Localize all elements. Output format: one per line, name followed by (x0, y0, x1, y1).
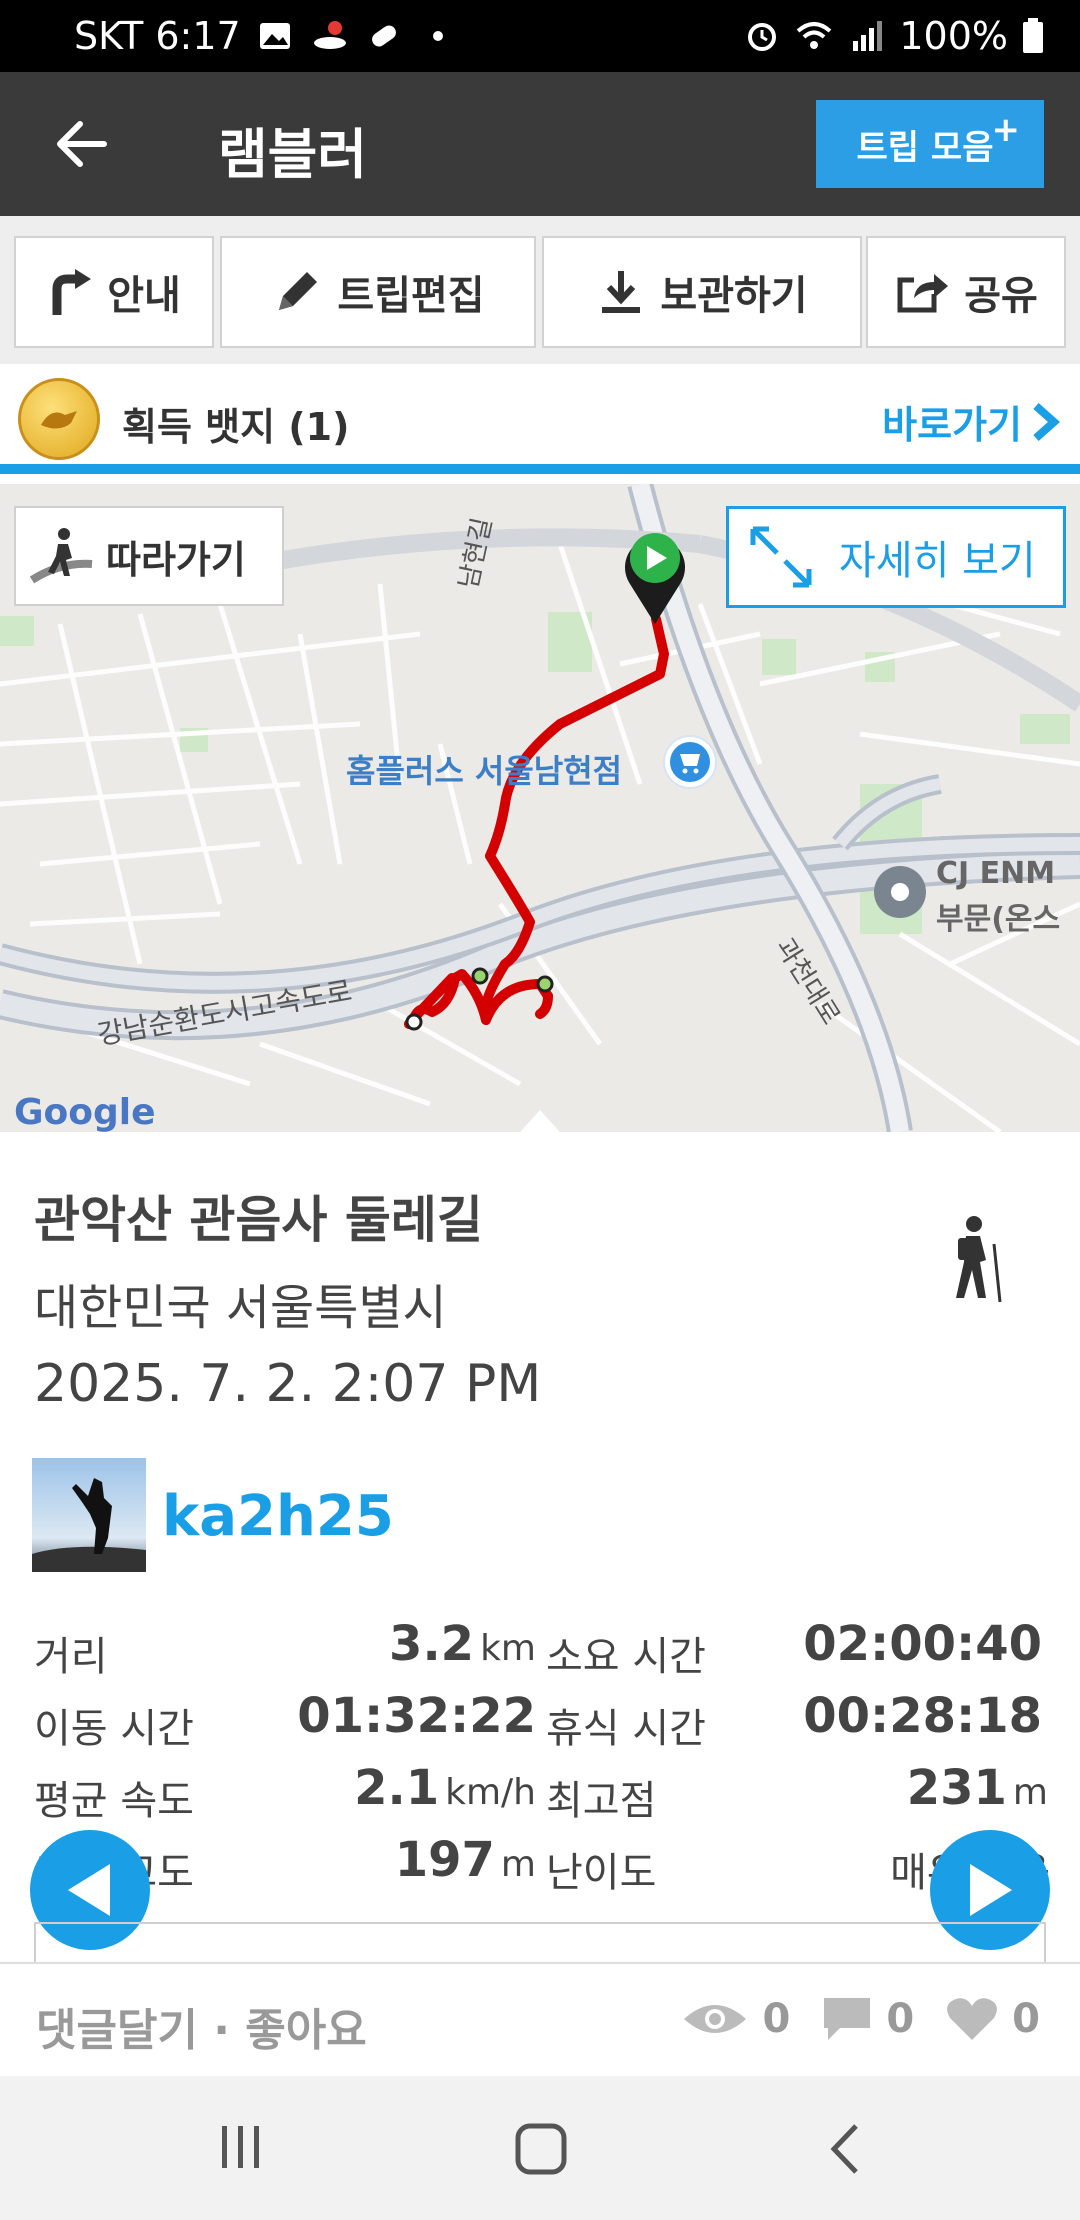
comments-group: 0 (822, 1996, 914, 2042)
app-bar: 램블러 트립 모음 + (0, 72, 1080, 216)
likes-count: 0 (1012, 1996, 1040, 2042)
avg-speed-label: 평균 속도 (34, 1778, 194, 1824)
follow-button[interactable]: 따라가기 (14, 506, 284, 606)
map-pin-icon (313, 21, 346, 49)
download-icon (602, 271, 641, 313)
heart-icon (947, 1998, 998, 2040)
eye-icon (684, 2005, 747, 2033)
comment-bar: 댓글달기 · 좋아요 0 0 0 (0, 1962, 1080, 2074)
alarm-icon (748, 23, 777, 51)
duration-label: 소요 시간 (546, 1634, 706, 1680)
avg-speed-value: 2.1 km/h (300, 1760, 536, 1816)
rest-time-value: 00:28:18 (803, 1688, 1042, 1744)
moving-time-value: 01:32:22 (297, 1688, 536, 1744)
difficulty-label: 난이도 (546, 1850, 657, 1896)
trip-location: 대한민국 서울특별시 (34, 1280, 447, 1336)
views-group: 0 (682, 1996, 790, 2042)
pill-icon (371, 25, 396, 47)
max-altitude-unit: m (1012, 1772, 1048, 1813)
badge-medal-icon (18, 378, 100, 460)
google-logo: Google (14, 1092, 156, 1132)
system-nav-bar (0, 2076, 1080, 2220)
distance-number: 3.2 (389, 1616, 475, 1672)
expand-icon (750, 526, 812, 588)
battery-icon (1023, 18, 1043, 53)
guide-label: 안내 (107, 273, 181, 319)
triangle-right-icon (970, 1864, 1012, 1916)
battery-percent: 100% (899, 14, 1008, 58)
page-title: 램블러 (218, 123, 368, 186)
triangle-left-icon (68, 1864, 110, 1916)
plus-icon: + (991, 110, 1021, 150)
poi-homeplus-label: 홈플러스 서울남현점 (346, 752, 623, 790)
share-label: 공유 (964, 273, 1038, 319)
back-arrow-icon[interactable] (50, 112, 114, 176)
badge-go-label: 바로가기 (882, 403, 1022, 447)
walking-person-icon (30, 528, 93, 584)
distance-label: 거리 (34, 1634, 108, 1680)
edit-trip-button[interactable]: 트립편집 (220, 236, 536, 348)
route-map[interactable]: 따라가기 자세히 보기 홈플러스 서울남현점 CJ ENM 부문(온스 강남순환… (0, 484, 1080, 1132)
views-count: 0 (762, 1996, 791, 2042)
comment-bubble-icon (824, 1998, 871, 2040)
distance-unit: km (480, 1628, 536, 1669)
comment-like-link[interactable]: 댓글달기 · 좋아요 (36, 1994, 367, 2058)
max-altitude-value: 231 m (800, 1760, 1048, 1816)
share-icon (897, 274, 949, 313)
carrier-time: SKT 6:17 (74, 14, 241, 58)
action-toolbar: 안내 트립편집 보관하기 공유 (0, 216, 1080, 364)
duration-value: 02:00:40 (803, 1616, 1042, 1672)
trip-info: 관악산 관음사 둘레길 대한민국 서울특별시 2025. 7. 2. 2:07 … (0, 1132, 1080, 1952)
save-button[interactable]: 보관하기 (542, 236, 862, 348)
badge-go-link[interactable]: 바로가기 (882, 394, 1060, 449)
follow-label: 따라가기 (106, 537, 246, 582)
dot-icon (432, 31, 443, 41)
likes-group: 0 (946, 1996, 1040, 2042)
max-altitude-number: 231 (906, 1760, 1007, 1816)
back-icon[interactable] (826, 2122, 866, 2176)
detail-view-button[interactable]: 자세히 보기 (726, 506, 1066, 608)
trip-datetime: 2025. 7. 2. 2:07 PM (34, 1354, 542, 1414)
elevation-gain-value: 197 m (300, 1832, 536, 1888)
guide-button[interactable]: 안내 (14, 236, 214, 348)
share-button[interactable]: 공유 (866, 236, 1066, 348)
comments-count: 0 (886, 1996, 915, 2042)
hiker-icon (956, 1216, 1002, 1303)
detail-label: 자세히 보기 (839, 538, 1036, 584)
badge-row[interactable]: 획득 뱃지 (1) 바로가기 (0, 364, 1080, 474)
trip-title: 관악산 관음사 둘레길 (34, 1191, 483, 1249)
turn-arrow-icon (52, 269, 92, 315)
elevation-gain-unit: m (500, 1844, 536, 1885)
edit-trip-label: 트립편집 (337, 273, 485, 319)
rest-time-label: 휴식 시간 (546, 1706, 706, 1752)
chevron-right-icon (1033, 402, 1060, 441)
home-icon[interactable] (514, 2122, 568, 2176)
wifi-icon (797, 22, 832, 49)
username-link[interactable]: ka2h25 (162, 1484, 394, 1549)
avg-speed-number: 2.1 (354, 1760, 440, 1816)
signal-icon (853, 21, 883, 51)
trip-collection-label: 트립 모음 (856, 127, 994, 168)
gallery-icon (259, 23, 290, 49)
avatar[interactable] (32, 1458, 146, 1572)
max-altitude-label: 최고점 (546, 1778, 657, 1824)
poi-cj-label-1: CJ ENM (936, 856, 1056, 891)
distance-value: 3.2 km (300, 1616, 536, 1672)
moving-time-label: 이동 시간 (34, 1706, 194, 1752)
save-label: 보관하기 (660, 273, 808, 319)
recent-apps-icon[interactable] (216, 2122, 266, 2172)
status-bar: SKT 6:17 100% (0, 0, 1080, 72)
elevation-gain-number: 197 (394, 1832, 495, 1888)
poi-cj-label-2: 부문(온스 (936, 902, 1061, 937)
trip-collection-button[interactable]: 트립 모음 + (816, 100, 1044, 188)
pencil-icon (279, 272, 318, 310)
avg-speed-unit: km/h (445, 1772, 536, 1813)
engagement-counts: 0 0 0 (664, 1996, 1040, 2042)
comment-input-box[interactable] (34, 1922, 1046, 1962)
badge-label: 획득 뱃지 (1) (122, 405, 350, 449)
